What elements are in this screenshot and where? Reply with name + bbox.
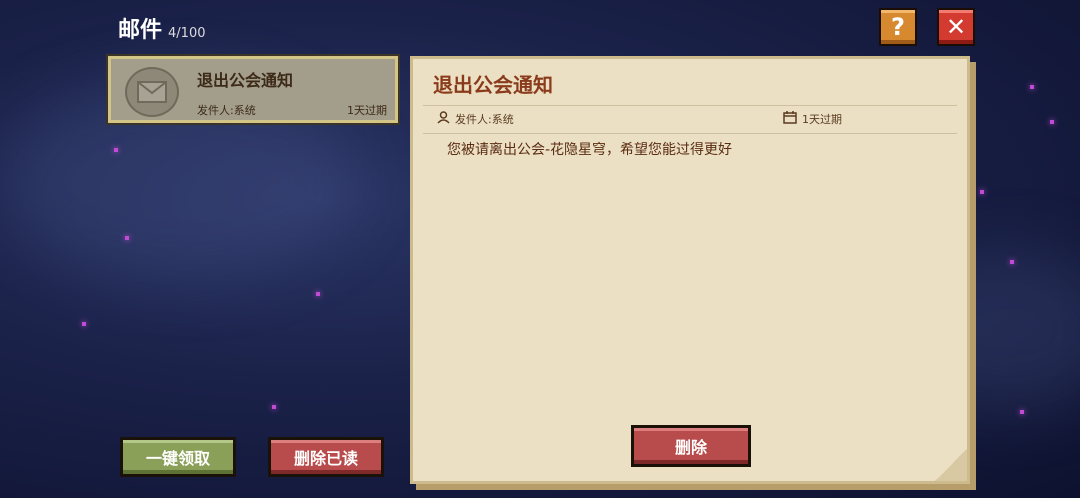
- delete-read-label: 删除已读: [293, 449, 358, 468]
- star: [114, 148, 118, 152]
- mail-item-sender: 发件人:系统: [197, 104, 256, 117]
- detail-sender-text: 发件人:系统: [455, 113, 514, 126]
- star: [1010, 260, 1014, 264]
- star: [316, 292, 320, 296]
- detail-title: 退出公会通知: [433, 73, 553, 97]
- star: [980, 190, 984, 194]
- help-icon: ?: [891, 13, 905, 41]
- star: [1050, 120, 1054, 124]
- star: [1030, 85, 1034, 89]
- claim-all-button[interactable]: 一键领取: [120, 437, 236, 477]
- divider: [423, 105, 957, 106]
- envelope-icon: [125, 67, 179, 117]
- delete-button-label: 删除: [674, 438, 707, 457]
- mail-list-item[interactable]: 退出公会通知 发件人:系统 1天过期: [108, 56, 398, 123]
- star: [1020, 410, 1024, 414]
- mail-header: 邮件 4/100: [118, 12, 205, 44]
- star: [82, 322, 86, 326]
- person-icon: [437, 111, 450, 127]
- detail-expire: 1天过期: [783, 111, 842, 127]
- mail-item-expire: 1天过期: [347, 104, 387, 117]
- delete-read-button[interactable]: 删除已读: [268, 437, 384, 477]
- mail-detail-panel: 退出公会通知 发件人:系统 1天过期 您被请离出公会-花隐星穹，希望您能过得更好…: [410, 56, 970, 484]
- page-title: 邮件: [118, 18, 163, 43]
- claim-all-label: 一键领取: [145, 449, 210, 468]
- mail-count: 4/100: [168, 26, 206, 41]
- calendar-icon: [783, 111, 797, 127]
- delete-button[interactable]: 删除: [631, 425, 751, 467]
- star: [272, 405, 276, 409]
- help-button[interactable]: ?: [879, 8, 917, 46]
- detail-sender: 发件人:系统: [437, 111, 514, 127]
- star: [125, 236, 129, 240]
- detail-expire-text: 1天过期: [802, 113, 842, 126]
- close-icon: ✕: [945, 13, 967, 41]
- divider: [423, 133, 957, 134]
- mail-item-title: 退出公会通知: [197, 71, 294, 90]
- mail-body: 您被请离出公会-花隐星穹，希望您能过得更好: [447, 142, 733, 158]
- close-button[interactable]: ✕: [937, 8, 975, 46]
- page-fold: [935, 449, 967, 481]
